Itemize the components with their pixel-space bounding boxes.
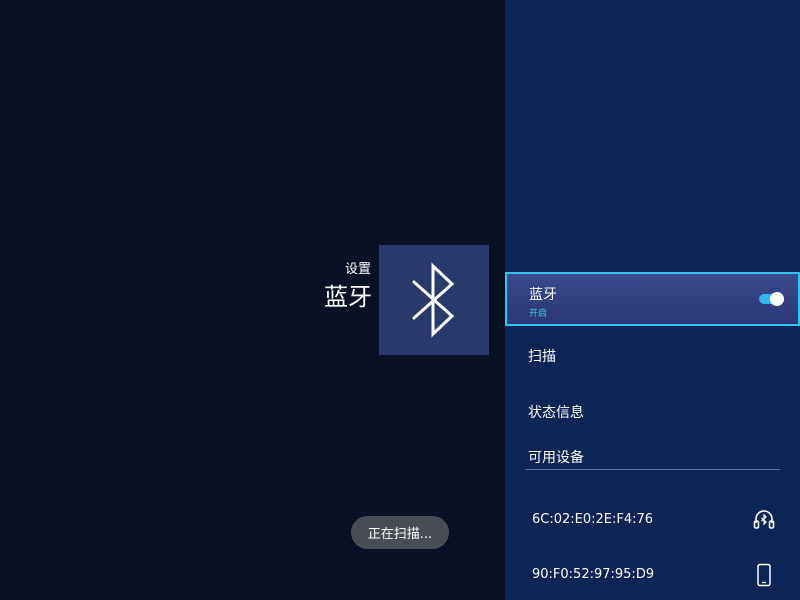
device-address: 6C:02:E0:2E:F4:76 — [532, 512, 654, 527]
menu-item-bluetooth[interactable]: 蓝牙 开启 — [505, 272, 800, 326]
menu-item-status-info[interactable]: 状态信息 — [505, 401, 800, 425]
available-devices-header: 可用设备 — [525, 448, 780, 470]
bluetooth-status: 开启 — [529, 309, 548, 319]
bluetooth-tile — [379, 245, 489, 355]
page-subtitle: 设置 — [344, 262, 371, 277]
phone-icon — [757, 563, 771, 587]
scanning-toast: 正在扫描... — [351, 516, 449, 549]
toggle-knob — [770, 292, 784, 306]
bluetooth-settings-screen: 设置 蓝牙 正在扫描... 蓝牙 开启 扫描 状态信息 可用设备 6C:02:E… — [0, 0, 800, 600]
menu-item-scan[interactable]: 扫描 — [505, 345, 800, 369]
headphones-icon — [753, 510, 775, 529]
settings-menu: 蓝牙 开启 扫描 状态信息 可用设备 6C:02:E0:2E:F4:76 90:… — [505, 0, 800, 600]
page-title: 蓝牙 — [324, 283, 372, 311]
bluetooth-toggle[interactable] — [759, 292, 784, 306]
bluetooth-label: 蓝牙 — [529, 287, 557, 303]
device-address: 90:F0:52:97:95:D9 — [532, 567, 655, 582]
device-row[interactable]: 6C:02:E0:2E:F4:76 — [505, 503, 800, 537]
device-row[interactable]: 90:F0:52:97:95:D9 — [505, 558, 800, 592]
page-header: 设置 蓝牙 — [300, 262, 372, 314]
bluetooth-icon — [412, 262, 455, 338]
left-pane: 设置 蓝牙 正在扫描... — [0, 0, 505, 600]
